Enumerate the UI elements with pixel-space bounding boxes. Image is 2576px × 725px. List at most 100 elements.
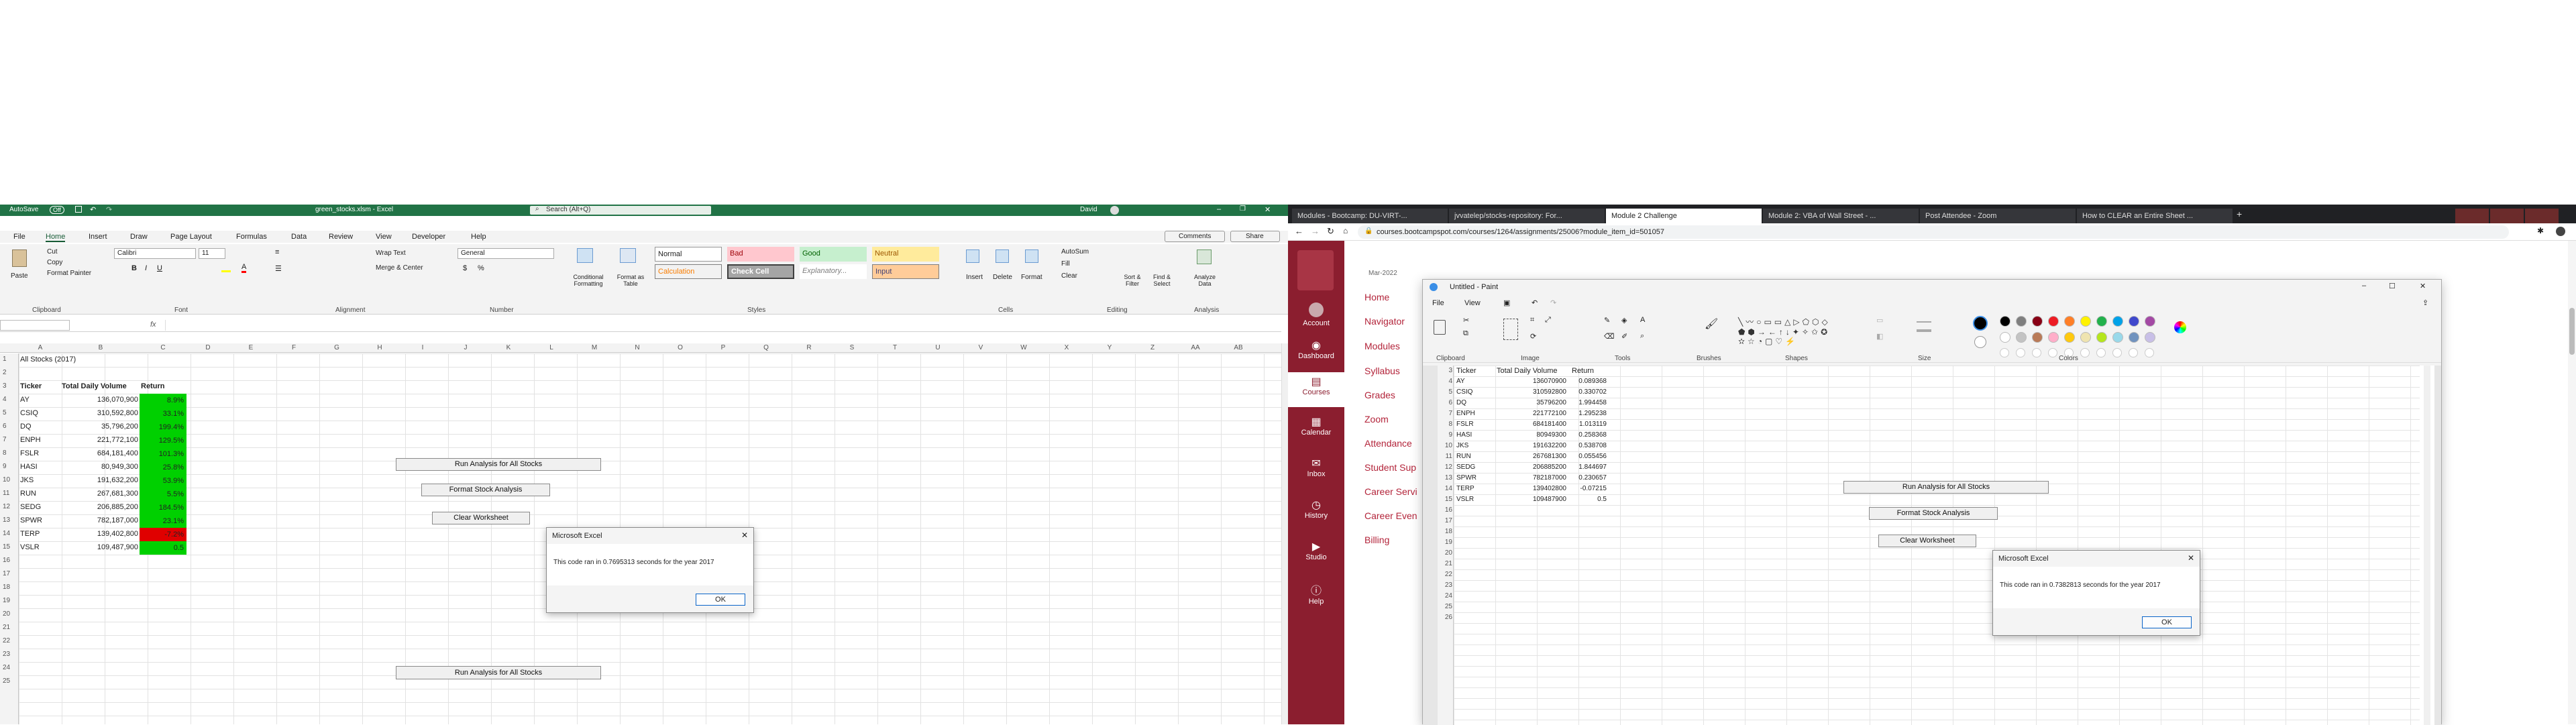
volume-cell[interactable]: 310,592,800 [62, 409, 138, 417]
page-scrollbar[interactable] [2568, 241, 2576, 724]
search-box[interactable]: ⌕ Search (Alt+Q) [530, 205, 711, 215]
column-header-d[interactable]: D [186, 344, 229, 351]
custom-color-slot[interactable] [2096, 348, 2106, 357]
palette-swatch[interactable] [2080, 316, 2091, 327]
course-nav-career-events[interactable]: Career Even [1364, 510, 1417, 521]
return-cell[interactable]: -7.2% [140, 528, 186, 541]
text-tool-icon[interactable]: A [1640, 316, 1645, 324]
fill-color-icon[interactable] [221, 264, 231, 272]
close-icon[interactable]: ✕ [1265, 205, 1271, 214]
primary-color-swatch[interactable] [1973, 316, 1988, 331]
row-header[interactable]: 16 [0, 557, 13, 564]
paint-dialog-ok-button[interactable]: OK [2142, 616, 2192, 628]
function-icon[interactable]: fx [150, 321, 156, 329]
name-box[interactable] [0, 320, 70, 331]
cut-tool-icon[interactable]: ✂ [1463, 316, 1469, 325]
row-header[interactable]: 13 [0, 516, 13, 524]
copy-button[interactable]: Copy [47, 259, 62, 266]
pencil-icon[interactable]: ✎ [1604, 316, 1610, 325]
column-header-v[interactable]: V [959, 344, 1002, 351]
vertical-scrollbar[interactable] [1281, 343, 1288, 724]
number-format-select[interactable]: General [458, 248, 554, 259]
custom-color-slot[interactable] [2048, 348, 2057, 357]
format-as-table-button[interactable]: Format as Table [610, 274, 651, 287]
ticker-cell[interactable]: CSIQ [20, 409, 38, 417]
custom-color-slot[interactable] [2000, 348, 2009, 357]
row-header[interactable]: 3 [0, 382, 13, 390]
find-select-button[interactable]: Find & Select [1148, 274, 1175, 287]
browser-tab-active[interactable]: Module 2 Challenge [1606, 209, 1762, 223]
minimize-icon[interactable]: – [1217, 205, 1221, 213]
palette-swatch[interactable] [2064, 332, 2075, 343]
redo-icon[interactable]: ↷ [106, 205, 112, 214]
column-header-m[interactable]: M [573, 344, 616, 351]
column-header-i[interactable]: I [401, 344, 444, 351]
style-explanatory[interactable]: Explanatory... [800, 264, 867, 279]
ticker-cell[interactable]: SPWR [20, 516, 42, 524]
ticker-cell[interactable]: JKS [20, 476, 34, 484]
return-cell[interactable]: 53.9% [140, 474, 186, 488]
column-header-n[interactable]: N [616, 344, 659, 351]
paint-run-analysis-button[interactable]: Run Analysis for All Stocks [1843, 481, 2049, 494]
ticker-cell[interactable]: RUN [20, 490, 36, 498]
dashboard-nav-item[interactable]: ◉ Dashboard [1288, 339, 1344, 368]
size-icon[interactable] [1917, 321, 1931, 332]
style-input[interactable]: Input [872, 264, 939, 279]
volume-cell[interactable]: 206,885,200 [62, 503, 138, 511]
rotate-icon[interactable]: ⟳ [1530, 332, 1536, 341]
return-cell[interactable]: 5.5% [140, 488, 186, 501]
row-header[interactable]: 5 [0, 409, 13, 416]
row-header[interactable]: 25 [0, 677, 13, 685]
row-header[interactable]: 10 [0, 476, 13, 484]
course-nav-grades[interactable]: Grades [1364, 390, 1395, 400]
course-nav-billing[interactable]: Billing [1364, 535, 1389, 545]
palette-swatch[interactable] [2096, 332, 2107, 343]
format-as-table-icon[interactable] [620, 248, 636, 263]
palette-swatch[interactable] [2016, 332, 2027, 343]
row-header[interactable]: 15 [0, 543, 13, 551]
excel-format-stock-button[interactable]: Format Stock Analysis [421, 484, 550, 496]
custom-color-slot[interactable] [2145, 348, 2154, 357]
font-name-select[interactable]: Calibri [114, 248, 196, 259]
column-header-y[interactable]: Y [1088, 344, 1131, 351]
style-bad[interactable]: Bad [727, 247, 794, 262]
paint-menu-view[interactable]: View [1464, 299, 1481, 307]
row-header[interactable]: 11 [0, 490, 13, 497]
extensions-icon[interactable]: ✱ [2537, 226, 2544, 235]
row-header[interactable]: 6 [0, 423, 13, 430]
palette-swatch[interactable] [2112, 332, 2123, 343]
ticker-cell[interactable]: DQ [20, 423, 32, 431]
custom-color-slot[interactable] [2112, 348, 2122, 357]
column-header-g[interactable]: G [315, 344, 358, 351]
volume-cell[interactable]: 80,949,300 [62, 463, 138, 471]
style-good[interactable]: Good [800, 247, 867, 262]
tab-page-layout[interactable]: Page Layout [170, 233, 212, 241]
volume-cell[interactable]: 221,772,100 [62, 436, 138, 444]
brushes-icon[interactable]: 🖌 [1705, 317, 1718, 331]
delete-cells-button[interactable]: Delete [993, 274, 1012, 281]
share-button[interactable]: Share [1230, 231, 1280, 242]
course-nav-navigator[interactable]: Navigator [1364, 316, 1405, 327]
browser-tab[interactable]: How to CLEAR an Entire Sheet ... [2077, 209, 2233, 223]
column-header-f[interactable]: F [272, 344, 315, 351]
paint-format-stock-button[interactable]: Format Stock Analysis [1869, 507, 1998, 520]
copy-tool-icon[interactable]: ⧉ [1463, 329, 1468, 338]
return-cell[interactable]: 8.9% [140, 394, 186, 407]
bookmark-color-1[interactable] [2455, 209, 2489, 223]
avatar[interactable] [1110, 206, 1119, 215]
column-header-k[interactable]: K [487, 344, 530, 351]
column-header-u[interactable]: U [916, 344, 959, 351]
row-header[interactable]: 21 [0, 624, 13, 631]
comments-button[interactable]: Comments [1165, 231, 1225, 242]
palette-swatch[interactable] [2048, 332, 2059, 343]
undo-icon[interactable]: ↶ [90, 205, 96, 214]
column-header-a[interactable]: A [19, 344, 62, 351]
volume-cell[interactable]: 139,402,800 [62, 530, 138, 538]
fill-button[interactable]: Fill [1061, 260, 1070, 268]
tab-insert[interactable]: Insert [89, 233, 107, 241]
merge-center-button[interactable]: Merge & Center [376, 264, 423, 272]
eraser-icon[interactable]: ⌫ [1604, 332, 1615, 341]
palette-swatch[interactable] [2145, 316, 2155, 327]
insert-cells-icon[interactable] [966, 249, 979, 263]
address-bar[interactable]: 🔒 courses.bootcampspot.com/courses/1264/… [1358, 225, 2509, 239]
